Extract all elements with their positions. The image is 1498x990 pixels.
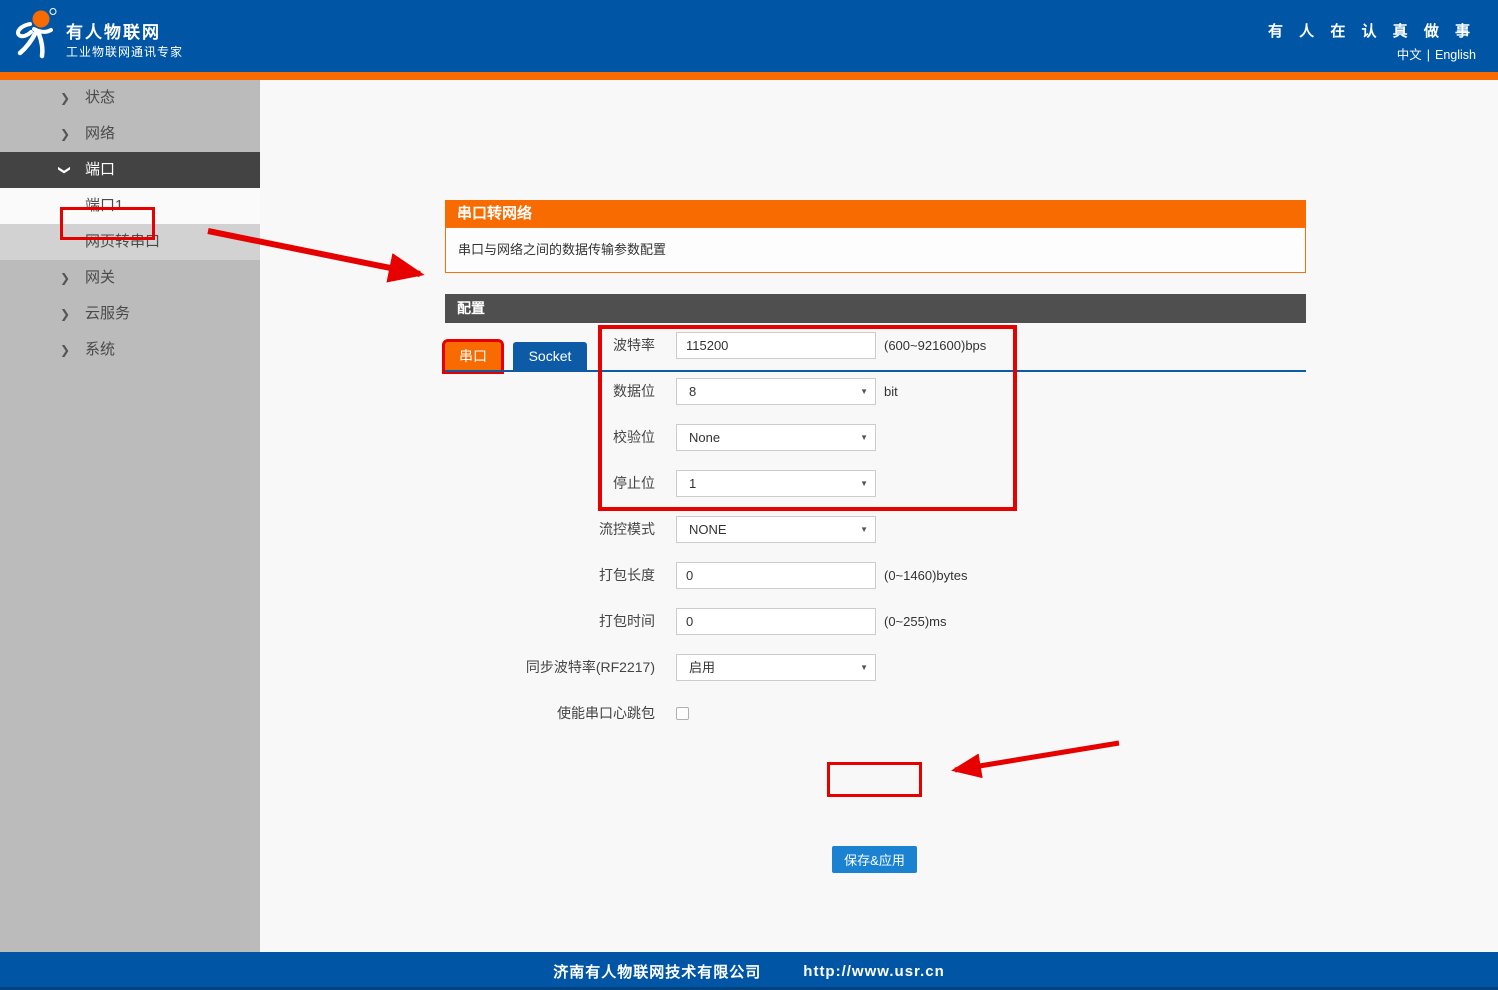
sync-baud-selected-value: 启用	[689, 660, 716, 675]
sidebar-item-network[interactable]: 网络	[0, 116, 260, 152]
pack-length-input[interactable]	[676, 562, 876, 589]
sidebar-item-label: 云服务	[85, 305, 131, 322]
sidebar-item-label: 网络	[85, 125, 116, 142]
parity-label: 校验位	[613, 429, 655, 445]
parity-select[interactable]: None ▼	[676, 424, 876, 451]
data-bits-label: 数据位	[613, 383, 655, 399]
header-accent-stripe	[0, 72, 1498, 80]
baud-rate-hint: (600~921600)bps	[884, 338, 987, 353]
main-content: 串口转网络 串口与网络之间的数据传输参数配置 配置 串口 Socket 波特率(…	[260, 80, 1498, 952]
sidebar-item-label: 端口	[85, 161, 116, 178]
sidebar-item-cloud[interactable]: 云服务	[0, 296, 260, 332]
sidebar-item-gateway[interactable]: 网关	[0, 260, 260, 296]
form-row-parity: 校验位 None ▼	[445, 424, 1305, 451]
lang-chinese-link[interactable]: 中文	[1397, 48, 1422, 62]
heartbeat-checkbox[interactable]	[676, 707, 689, 720]
form-row-flow-control: 流控模式 NONE ▼	[445, 516, 1305, 543]
form-row-sync-baud: 同步波特率(RF2217) 启用 ▼	[445, 654, 1305, 681]
sidebar-item-port1[interactable]: 端口1	[0, 188, 260, 224]
heartbeat-label: 使能串口心跳包	[557, 705, 655, 721]
sync-baud-label: 同步波特率(RF2217)	[525, 659, 655, 675]
form-row-stop-bits: 停止位 1 ▼	[445, 470, 1305, 497]
chevron-right-icon	[60, 296, 78, 332]
section-title: 配置	[445, 294, 1306, 323]
chevron-right-icon	[60, 80, 78, 116]
flow-control-label: 流控模式	[599, 521, 655, 537]
form-row-baud-rate: 波特率 (600~921600)bps	[445, 332, 1305, 359]
form-row-data-bits: 数据位 8 ▼ bit	[445, 378, 1305, 405]
dropdown-caret-icon: ▼	[860, 479, 868, 488]
stop-bits-select[interactable]: 1 ▼	[676, 470, 876, 497]
sidebar-item-web2serial[interactable]: 网页转串口	[0, 224, 260, 260]
dropdown-caret-icon: ▼	[860, 525, 868, 534]
brand-title: 有人物联网	[66, 23, 161, 42]
dropdown-caret-icon: ▼	[860, 433, 868, 442]
tab-underline	[445, 370, 1306, 372]
chevron-right-icon	[60, 260, 78, 296]
pack-time-label: 打包时间	[599, 613, 655, 629]
sync-baud-select[interactable]: 启用 ▼	[676, 654, 876, 681]
save-apply-button[interactable]: 保存&应用	[832, 846, 917, 873]
data-bits-selected-value: 8	[689, 384, 697, 399]
sidebar-item-system[interactable]: 系统	[0, 332, 260, 368]
pack-time-hint: (0~255)ms	[884, 614, 947, 629]
chevron-down-icon	[60, 152, 78, 188]
page-title: 串口转网络	[445, 200, 1306, 227]
dropdown-caret-icon: ▼	[860, 387, 868, 396]
top-header: 有人物联网 工业物联网通讯专家 有 人 在 认 真 做 事 中文 | English	[0, 0, 1498, 72]
form-row-heartbeat: 使能串口心跳包	[445, 700, 1305, 727]
footer-url[interactable]: http://www.usr.cn	[803, 963, 944, 980]
footer-company: 济南有人物联网技术有限公司	[553, 963, 762, 981]
dropdown-caret-icon: ▼	[860, 663, 868, 672]
sidebar-item-label: 状态	[85, 89, 116, 106]
form-row-pack-length: 打包长度 (0~1460)bytes	[445, 562, 1305, 589]
usr-logo-icon	[16, 8, 57, 59]
lang-english-link[interactable]: English	[1435, 48, 1476, 62]
page-footer: 济南有人物联网技术有限公司 http://www.usr.cn	[0, 952, 1498, 990]
data-bits-hint: bit	[884, 384, 898, 399]
form-row-pack-time: 打包时间 (0~255)ms	[445, 608, 1305, 635]
sidebar-item-label: 端口1	[85, 197, 124, 214]
pack-length-hint: (0~1460)bytes	[884, 568, 968, 583]
stop-bits-label: 停止位	[613, 475, 655, 491]
pack-length-label: 打包长度	[599, 567, 655, 583]
parity-selected-value: None	[689, 430, 721, 445]
sidebar-item-status[interactable]: 状态	[0, 80, 260, 116]
flow-control-select[interactable]: NONE ▼	[676, 516, 876, 543]
chevron-right-icon	[60, 116, 78, 152]
pack-time-input[interactable]	[676, 608, 876, 635]
baud-rate-input[interactable]	[676, 332, 876, 359]
flow-control-selected-value: NONE	[689, 522, 727, 537]
stop-bits-selected-value: 1	[689, 476, 697, 491]
language-switch: 中文 | English	[1397, 44, 1476, 63]
sidebar-item-label: 网关	[85, 269, 116, 286]
page-description: 串口与网络之间的数据传输参数配置	[445, 227, 1306, 273]
header-slogan: 有 人 在 认 真 做 事	[1267, 23, 1476, 40]
data-bits-select[interactable]: 8 ▼	[676, 378, 876, 405]
baud-rate-label: 波特率	[613, 337, 655, 353]
lang-separator: |	[1426, 48, 1430, 62]
sidebar-item-label: 网页转串口	[85, 233, 161, 250]
sidebar-item-label: 系统	[85, 341, 116, 358]
sidebar-menu: 状态网络端口端口1 网页转串口网关云服务系统	[0, 80, 260, 952]
brand-subtitle: 工业物联网通讯专家	[66, 45, 184, 59]
sidebar-item-port[interactable]: 端口	[0, 152, 260, 188]
chevron-right-icon	[60, 332, 78, 368]
